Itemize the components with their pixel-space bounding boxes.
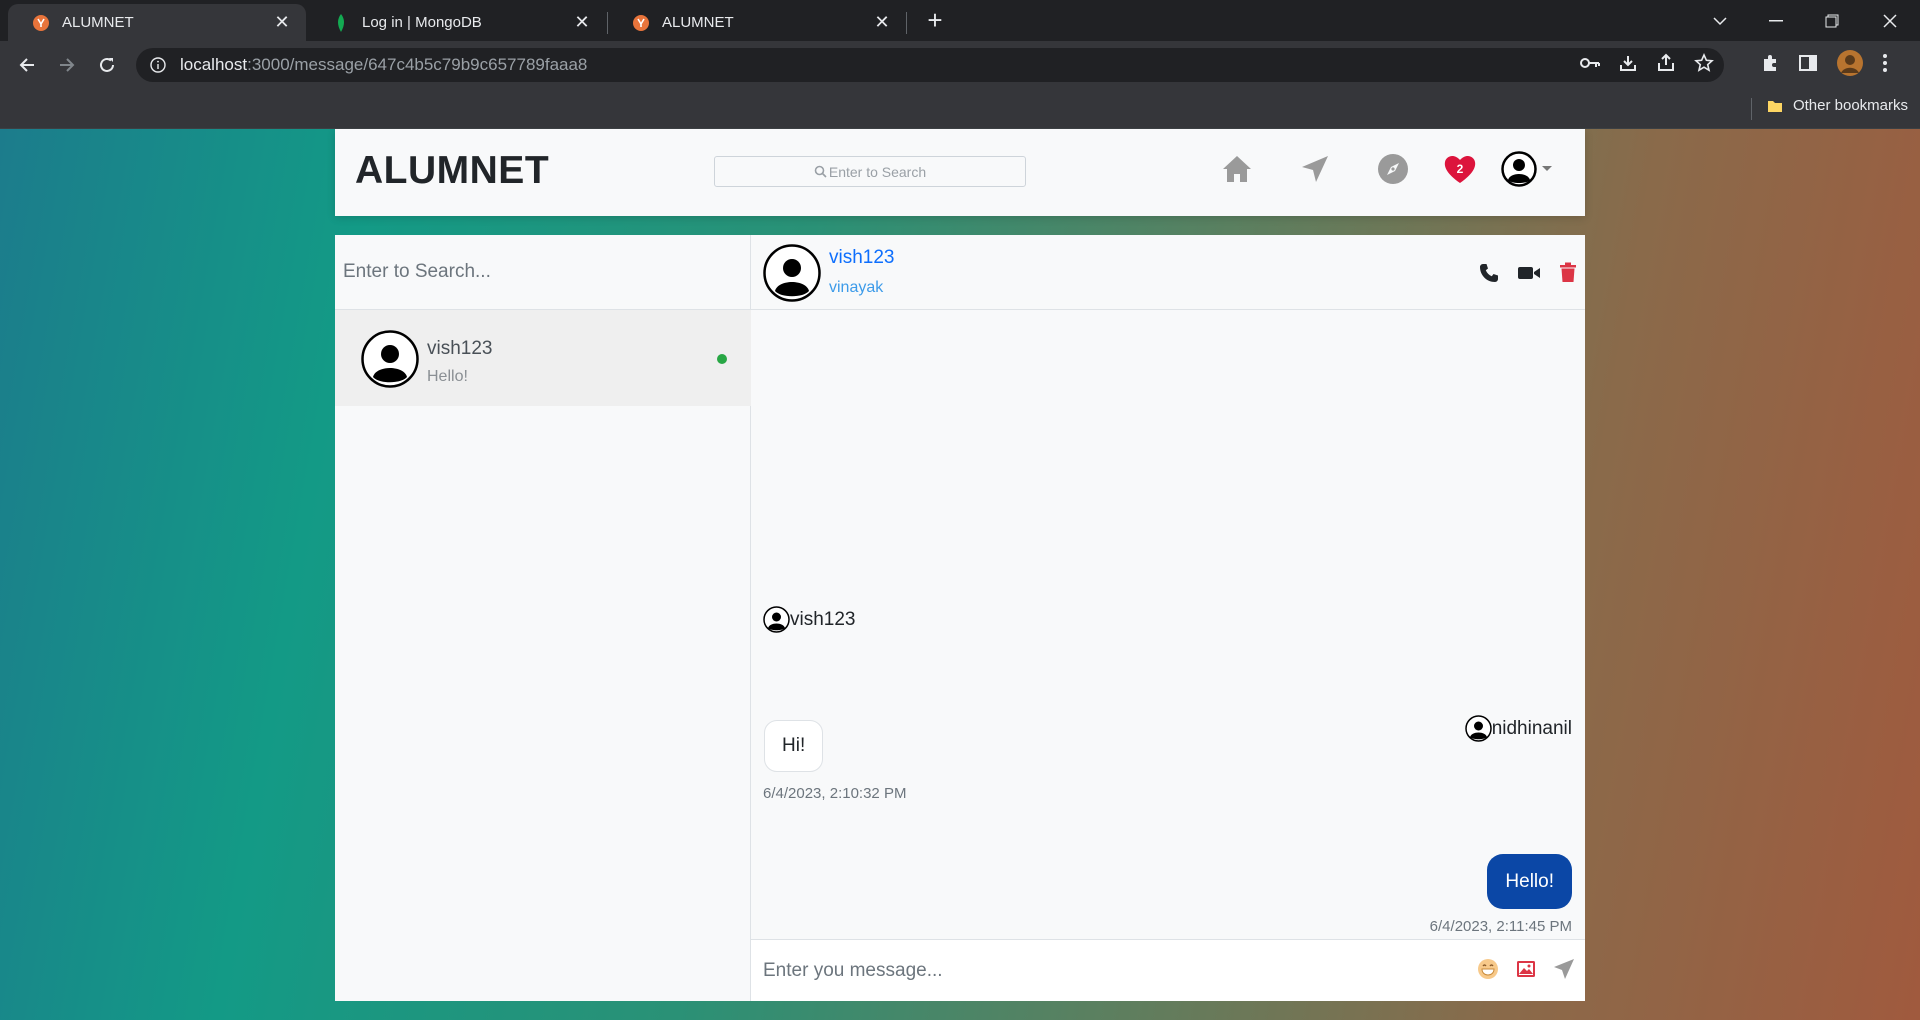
install-app-icon[interactable] [1618,53,1638,78]
conversation-search [335,235,751,310]
message-sender: nidhinanil [1464,715,1572,742]
message-input[interactable] [763,954,1443,988]
send-icon[interactable] [1295,149,1335,189]
message-timestamp: 6/4/2023, 2:11:45 PM [1429,918,1572,935]
restore-button[interactable] [1804,0,1860,41]
chat-panel: vish123 vinayak vish123 Hi! 6/4/2023, 2:… [751,235,1585,1001]
avatar-icon [361,330,419,388]
notifications-heart-icon[interactable]: 2 [1440,149,1480,189]
alumnet-favicon-icon [32,14,50,32]
side-panel-icon[interactable] [1798,53,1818,78]
tab-title: ALUMNET [62,14,134,31]
bookmarks-bar: Other bookmarks [0,89,1920,129]
user-avatar-menu[interactable] [1497,149,1557,189]
conversation-username: vish123 [427,338,493,359]
messages-area: vish123 Hi! 6/4/2023, 2:10:32 PM nidhina… [751,310,1585,935]
conversation-last-message: Hello! [427,368,468,385]
key-icon[interactable] [1580,56,1600,74]
phone-call-icon[interactable] [1479,263,1499,288]
close-window-button[interactable] [1862,0,1918,41]
avatar-icon [1464,715,1492,742]
delete-chat-icon[interactable] [1559,262,1577,288]
video-call-icon[interactable] [1517,264,1541,287]
browser-tab-strip: ALUMNET ✕ Log in | MongoDB ✕ ALUMNET ✕ + [0,0,1920,41]
caret-down-icon [1542,166,1552,171]
message-sender-name: vish123 [790,608,856,630]
online-status-dot [717,354,727,364]
extensions-icon[interactable] [1760,53,1780,78]
browser-tab-2[interactable]: Log in | MongoDB ✕ [308,4,606,41]
chrome-menu-icon[interactable] [1882,53,1888,78]
browser-tab-3[interactable]: ALUMNET ✕ [608,4,906,41]
top-search-input[interactable]: Enter to Search [714,156,1026,187]
profile-avatar[interactable] [1836,49,1864,82]
conversation-item-vish123[interactable]: vish123 Hello! [335,310,751,406]
chat-header: vish123 vinayak [751,235,1585,310]
browser-tab-1[interactable]: ALUMNET ✕ [8,4,306,41]
message-composer [751,939,1585,1001]
site-info-icon[interactable] [150,57,166,73]
url-host: localhost [180,55,248,74]
close-tab-icon[interactable]: ✕ [572,12,592,33]
message-sender-name: nidhinanil [1491,717,1572,739]
reload-button[interactable] [91,49,123,81]
other-bookmarks-label: Other bookmarks [1792,97,1908,114]
message-sender: vish123 [763,606,856,633]
message-bubble-incoming: Hi! [764,720,824,772]
avatar-icon [763,606,790,633]
tab-title: ALUMNET [662,14,734,31]
avatar-icon [1501,151,1537,187]
conversation-search-input[interactable] [343,261,751,283]
share-icon[interactable] [1656,53,1676,78]
brand-logo[interactable]: ALUMNET [355,149,549,193]
page-background: ALUMNET Enter to Search 2 Enter to Searc… [0,129,1920,1020]
avatar-icon[interactable] [763,244,821,302]
chat-partner-fullname: vinayak [829,279,884,296]
mongodb-leaf-icon [332,13,350,32]
url-path: :3000/message/647c4b5c79b9c657789faaa8 [247,55,588,74]
home-icon[interactable] [1217,149,1257,189]
chat-card: vish123 Hello! vish123 vinayak [335,235,1585,1001]
tab-separator [906,12,907,34]
emoji-icon[interactable] [1477,958,1499,985]
minimize-button[interactable] [1748,0,1804,41]
tab-title: Log in | MongoDB [362,14,482,31]
browser-toolbar: localhost:3000/message/647c4b5c79b9c6577… [0,41,1920,89]
message-bubble-outgoing: Hello! [1487,854,1572,909]
chat-partner-username[interactable]: vish123 [829,247,895,269]
other-bookmarks-button[interactable]: Other bookmarks [1767,97,1908,114]
tab-search-button[interactable] [1692,0,1748,41]
app-navbar: ALUMNET Enter to Search 2 [335,129,1585,216]
explore-icon[interactable] [1373,149,1413,189]
close-tab-icon[interactable]: ✕ [272,12,292,33]
top-search-placeholder: Enter to Search [828,163,927,180]
bookmarks-separator [1751,98,1752,120]
send-message-icon[interactable] [1553,958,1575,985]
alumnet-favicon-icon [632,14,650,32]
new-tab-button[interactable]: + [920,6,950,36]
folder-icon [1767,98,1783,114]
image-upload-icon[interactable] [1516,960,1536,983]
forward-button[interactable] [51,49,83,81]
search-icon [814,165,829,178]
message-timestamp: 6/4/2023, 2:10:32 PM [763,785,907,802]
notification-count: 2 [1456,162,1464,176]
bookmark-star-icon[interactable] [1694,52,1714,78]
close-tab-icon[interactable]: ✕ [872,12,892,33]
back-button[interactable] [11,49,43,81]
address-bar[interactable]: localhost:3000/message/647c4b5c79b9c6577… [136,48,1724,82]
conversation-list-panel: vish123 Hello! [335,235,751,1001]
